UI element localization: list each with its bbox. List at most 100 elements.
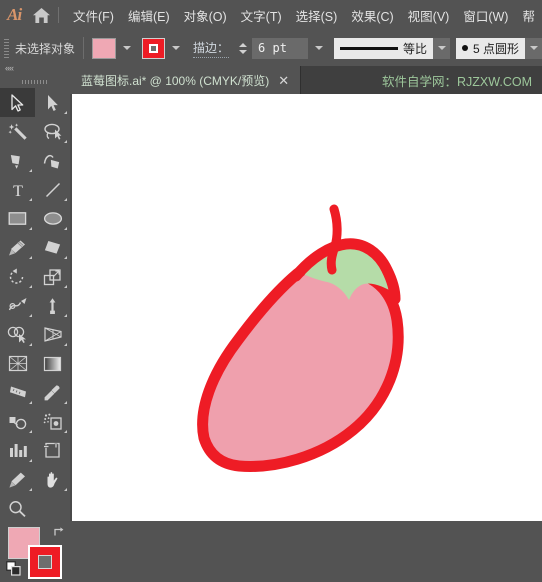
brush-definition-label: 5 点圆形 — [473, 41, 520, 56]
close-icon[interactable]: ✕ — [276, 74, 291, 87]
collapse-panel-icon[interactable]: «« — [5, 63, 14, 73]
mesh-tool[interactable] — [0, 349, 35, 378]
fill-color-dropdown[interactable] — [118, 38, 136, 59]
rectangle-tool[interactable] — [0, 204, 35, 233]
tool-flyout-indicator — [64, 401, 67, 404]
lasso-tool[interactable] — [35, 117, 70, 146]
type-tool[interactable]: T — [0, 175, 35, 204]
app-logo: Ai — [7, 5, 22, 24]
scale-tool[interactable] — [35, 262, 70, 291]
tool-flyout-indicator — [29, 198, 32, 201]
eyedropper-tool[interactable] — [35, 378, 70, 407]
document-tab-bar: 蓝莓图标.ai* @ 100% (CMYK/预览) ✕ 软件自学网：RJZXW.… — [70, 66, 542, 94]
default-fill-stroke-icon[interactable] — [6, 561, 22, 577]
tool-flyout-indicator — [29, 430, 32, 433]
tool-flyout-indicator — [64, 111, 67, 114]
menu-item-select[interactable]: 选择(S) — [289, 0, 345, 30]
symbol-sprayer-tool[interactable] — [35, 407, 70, 436]
stroke-profile-dropdown[interactable] — [433, 37, 451, 59]
stroke-color-dropdown[interactable] — [167, 38, 185, 59]
chevron-down-icon — [529, 46, 538, 50]
brush-definition-display[interactable]: 5 点圆形 — [456, 37, 526, 59]
blend-tool[interactable] — [0, 407, 35, 436]
control-separator-1 — [83, 37, 85, 59]
watermark-text: 软件自学网：RJZXW.COM — [382, 74, 532, 89]
tool-flyout-indicator — [29, 343, 32, 346]
shape-builder-tool[interactable] — [0, 320, 35, 349]
chevron-down-icon — [123, 46, 132, 50]
document-canvas[interactable] — [70, 94, 542, 521]
menu-item-window[interactable]: 窗口(W) — [456, 0, 515, 30]
perspective-grid-tool[interactable] — [35, 320, 70, 349]
chevron-down-icon — [172, 46, 181, 50]
curvature-tool[interactable] — [35, 146, 70, 175]
ellipse-tool[interactable] — [35, 204, 70, 233]
control-bar: 未选择对象 描边： 6 pt 等比 5 点圆形 — [0, 30, 542, 67]
svg-text:T: T — [13, 183, 23, 199]
menu-item-edit[interactable]: 编辑(E) — [121, 0, 177, 30]
fill-color-swatch[interactable] — [92, 37, 117, 59]
brush-definition-dropdown[interactable] — [525, 37, 542, 59]
pen-tool[interactable] — [0, 146, 35, 175]
tool-flyout-indicator — [29, 401, 32, 404]
eraser-tool[interactable] — [35, 233, 70, 262]
stroke-swatch[interactable] — [28, 545, 62, 579]
slice-tool[interactable] — [0, 465, 35, 494]
stroke-weight-label[interactable]: 描边： — [193, 39, 230, 58]
stroke-profile-icon — [340, 46, 399, 50]
stroke-weight-dropdown[interactable] — [310, 38, 328, 59]
tool-flyout-indicator — [64, 285, 67, 288]
chevron-down-icon — [437, 46, 446, 50]
chili-pepper-illustration — [197, 204, 404, 472]
menu-item-object[interactable]: 对象(O) — [177, 0, 234, 30]
direct-selection-tool[interactable] — [35, 88, 70, 117]
menu-item-help[interactable]: 帮 — [515, 0, 542, 30]
illustrator-window: Ai 文件(F) 编辑(E) 对象(O) 文字(T) 选择(S) 效果(C) 视… — [0, 0, 542, 579]
tool-panel-header: «« — [0, 60, 70, 76]
paintbrush-tool[interactable] — [0, 233, 35, 262]
tool-flyout-indicator — [64, 256, 67, 259]
tool-flyout-indicator — [64, 488, 67, 491]
gradient-tool[interactable] — [35, 349, 70, 378]
stroke-weight-stepper[interactable] — [236, 38, 249, 58]
tool-list: T — [0, 86, 70, 523]
document-tab-title: 蓝莓图标.ai* @ 100% (CMYK/预览) — [81, 73, 270, 88]
line-segment-tool[interactable] — [35, 175, 70, 204]
rotate-tool[interactable] — [0, 262, 35, 291]
magic-wand-tool[interactable] — [0, 117, 35, 146]
selection-tool[interactable] — [0, 88, 35, 117]
hand-tool[interactable] — [35, 465, 70, 494]
menu-item-type[interactable]: 文字(T) — [234, 0, 289, 30]
tool-flyout-indicator — [64, 198, 67, 201]
home-icon[interactable] — [28, 0, 55, 30]
tool-flyout-indicator — [29, 314, 32, 317]
measure-tool[interactable] — [0, 378, 35, 407]
stroke-profile-label: 等比 — [403, 41, 428, 56]
zoom-tool[interactable] — [0, 494, 35, 523]
tool-panel-grip[interactable] — [22, 76, 48, 86]
selection-status-label: 未选择对象 — [15, 41, 76, 56]
stroke-color-swatch[interactable] — [142, 37, 166, 59]
tool-panel: «« T — [0, 60, 70, 579]
swap-fill-stroke-icon[interactable] — [53, 525, 66, 541]
stepper-up-icon — [238, 42, 247, 47]
width-tool[interactable] — [0, 291, 35, 320]
column-graph-tool[interactable] — [0, 436, 35, 465]
tool-flyout-indicator — [64, 227, 67, 230]
artboard-tool[interactable] — [35, 436, 70, 465]
tool-flyout-indicator — [29, 488, 32, 491]
document-tab[interactable]: 蓝莓图标.ai* @ 100% (CMYK/预览) ✕ — [70, 66, 302, 94]
menu-item-effect[interactable]: 效果(C) — [344, 0, 400, 30]
control-bar-grip[interactable] — [3, 37, 11, 59]
menu-item-view[interactable]: 视图(V) — [401, 0, 457, 30]
stroke-weight-input[interactable]: 6 pt — [252, 37, 309, 59]
stepper-down-icon — [238, 49, 247, 54]
brush-dot-icon — [462, 45, 469, 51]
fill-stroke-control — [6, 523, 68, 579]
menu-item-file[interactable]: 文件(F) — [66, 0, 121, 30]
tool-flyout-indicator — [29, 459, 32, 462]
tool-flyout-indicator — [29, 256, 32, 259]
free-transform-tool[interactable] — [35, 291, 70, 320]
stroke-profile-display[interactable]: 等比 — [334, 37, 434, 59]
tool-flyout-indicator — [29, 169, 32, 172]
